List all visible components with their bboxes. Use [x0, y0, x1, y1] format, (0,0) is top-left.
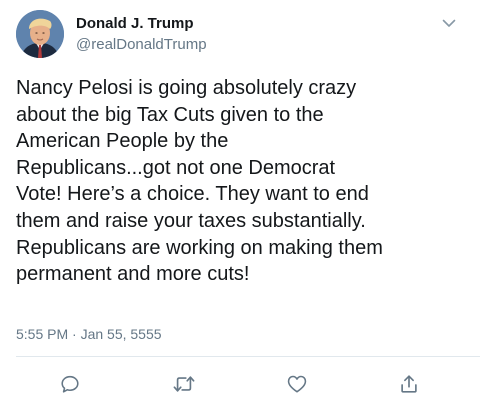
like-button[interactable]: [283, 370, 311, 398]
tweet-text: Nancy Pelosi is going absolutely crazy a…: [16, 77, 383, 286]
reply-button[interactable]: [56, 370, 84, 398]
share-button[interactable]: [395, 370, 423, 398]
user-handle[interactable]: @realDonaldTrump: [76, 36, 207, 53]
share-icon: [398, 373, 420, 395]
reply-icon: [59, 373, 81, 395]
tweet-timestamp[interactable]: 5:55 PM · Jan 55, 5555: [16, 326, 162, 342]
display-name[interactable]: Donald J. Trump: [76, 15, 194, 32]
retweet-button[interactable]: [170, 370, 198, 398]
divider: [16, 356, 480, 357]
avatar-image: [16, 10, 64, 58]
avatar[interactable]: [16, 10, 64, 58]
heart-icon: [286, 373, 308, 395]
chevron-down-icon[interactable]: [440, 14, 458, 32]
tweet-header: Donald J. Trump @realDonaldTrump: [0, 0, 480, 66]
tweet-actions: [0, 362, 480, 406]
retweet-icon: [172, 373, 196, 395]
